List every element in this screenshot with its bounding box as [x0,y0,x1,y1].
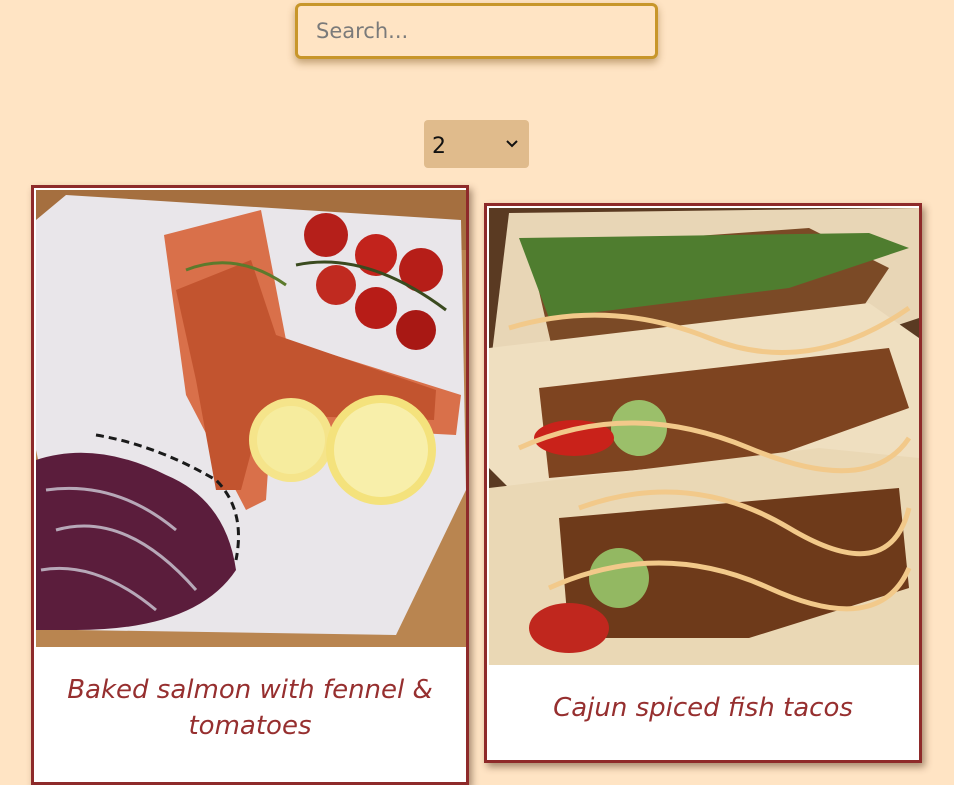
chevron-down-icon [505,139,519,149]
recipe-title: Cajun spiced fish tacos [553,693,853,723]
per-page-select[interactable]: 2 [424,120,529,168]
recipe-card[interactable]: Baked salmon with fennel & tomatoes [31,185,469,785]
recipe-image-tacos [489,208,919,665]
recipe-card[interactable]: Cajun spiced fish tacos [484,203,922,763]
search-input[interactable] [298,6,655,56]
recipe-title: Baked salmon with fennel & tomatoes [67,675,433,741]
per-page-select-value: 2 [432,133,446,159]
recipe-image-salmon [36,190,466,647]
search-box[interactable] [295,3,658,59]
